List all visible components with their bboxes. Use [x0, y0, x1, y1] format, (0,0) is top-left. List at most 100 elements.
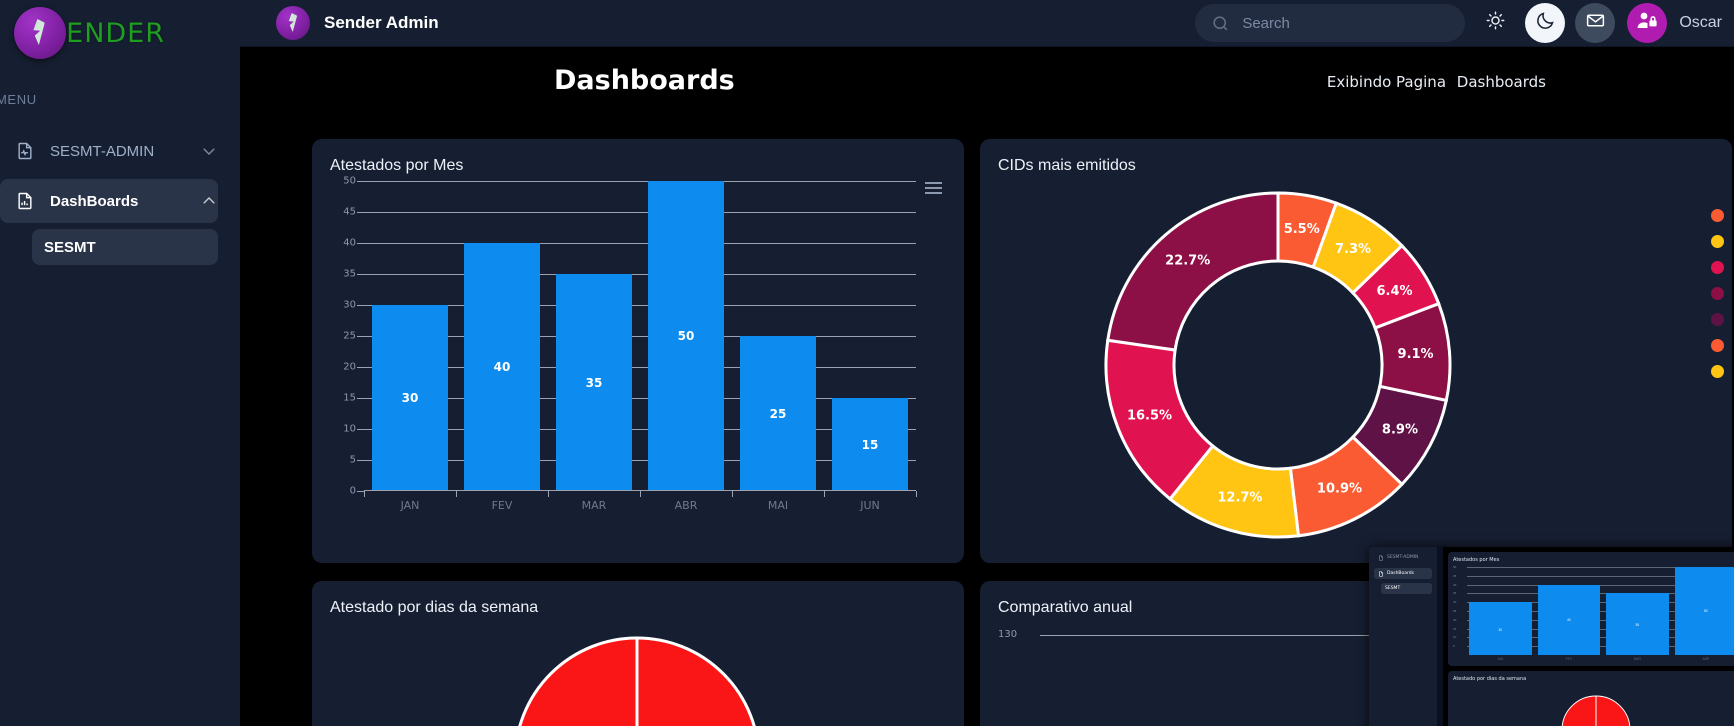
donut-chart: 5.5% 7.3% 6.4% 9.1% 8.9% 10.9% 12.7% 16.5% 22.7%: [998, 181, 1724, 551]
mini-bar[interactable]: 35: [1606, 593, 1669, 655]
mini-bar[interactable]: 50: [1674, 567, 1734, 655]
y-tick-label: 45: [343, 206, 356, 218]
mini-sidebar-item-active[interactable]: DashBoards: [1374, 568, 1432, 579]
y-tick-label: 20: [343, 361, 356, 373]
bar[interactable]: 30: [372, 305, 448, 491]
mini-pie-svg: 25% 25%: [1561, 695, 1631, 726]
app-root: SENDER MENU SESMT-ADMIN DashBoards SESMT…: [0, 0, 1734, 726]
y-tick: [357, 398, 364, 399]
mini-x-label: JAN: [1497, 657, 1504, 661]
card-title: Atestados por Mes: [330, 157, 464, 174]
dashboard-row-1: Atestados por Mes 0 5 10 15 20 25 30 35 40 45 50 3…: [312, 139, 1732, 563]
card-atestado-por-dias-da-semana: Atestado por dias da semana: [312, 581, 964, 726]
x-tick-label: MAR: [581, 499, 607, 512]
bar[interactable]: 35: [556, 274, 632, 491]
document-pulse-icon: [14, 140, 36, 162]
mini-sidebar-subitem[interactable]: SESMT: [1381, 583, 1432, 594]
page-title: Dashboards: [554, 65, 735, 96]
line-chart-y-tick: 130: [998, 629, 1018, 640]
legend-dot[interactable]: [1711, 209, 1724, 222]
legend-dot[interactable]: [1711, 235, 1724, 248]
mini-y-label: 20: [1453, 617, 1457, 622]
chevron-down-icon[interactable]: [200, 142, 218, 160]
mini-dashboard-preview[interactable]: SESMT-ADMIN DashBoards SESMT Atestados p…: [1369, 547, 1734, 726]
sun-icon: [1485, 10, 1506, 36]
topbar-logo-icon: [276, 6, 310, 40]
sidebar-item-sesmt-admin[interactable]: SESMT-ADMIN: [0, 129, 218, 173]
mini-bar-chart: 50 45 40 35 30 25 20 15 10 5 30 40 35 50: [1453, 565, 1734, 655]
legend-dot[interactable]: [1711, 339, 1724, 352]
mini-sidebar-subitem-label: SESMT: [1385, 586, 1401, 591]
donut-slice-label: 5.5%: [1284, 222, 1320, 237]
user-lock-icon: [1635, 9, 1659, 38]
donut-slice-label: 6.4%: [1376, 284, 1412, 299]
sidebar-subitem-sesmt[interactable]: SESMT: [32, 229, 218, 265]
legend-dot[interactable]: [1711, 365, 1724, 378]
mini-y-label: 25: [1453, 609, 1457, 613]
donut-legend[interactable]: [1711, 209, 1724, 378]
donut-slice[interactable]: [1106, 191, 1280, 352]
mini-sidebar-item[interactable]: SESMT-ADMIN: [1374, 552, 1432, 563]
moon-icon: [1535, 10, 1556, 36]
bar-value-label: 35: [585, 375, 603, 390]
legend-dot[interactable]: [1711, 261, 1724, 274]
y-tick: [357, 274, 364, 275]
x-tick-label: FEV: [491, 499, 513, 512]
mini-card-title: Atestado por dias da semana: [1453, 676, 1527, 682]
search-input[interactable]: [1242, 14, 1443, 32]
y-tick: [357, 243, 364, 244]
x-tick: [364, 491, 365, 497]
card-cids-mais-emitidos: CIDs mais emitidos 5.5% 7.3% 6.4% 9.1% 8.9% 1…: [980, 139, 1732, 563]
bar-value-label: 30: [401, 391, 419, 405]
mail-icon: [1585, 10, 1606, 36]
bar[interactable]: 40: [464, 243, 540, 491]
x-tick: [824, 491, 825, 497]
x-tick-label: JAN: [400, 499, 420, 512]
mini-bar[interactable]: 30: [1469, 602, 1532, 655]
bar[interactable]: 50: [648, 181, 724, 491]
theme-light-button[interactable]: [1475, 3, 1515, 43]
mini-card-title: Atestados por Mes: [1453, 557, 1500, 563]
search-box[interactable]: [1195, 4, 1466, 42]
bar[interactable]: 15: [832, 398, 908, 491]
sidebar-nav: SESMT-ADMIN DashBoards SESMT: [0, 129, 240, 265]
mini-y-label: 15: [1453, 626, 1457, 631]
mini-y-label: 50: [1453, 565, 1457, 569]
theme-dark-button[interactable]: [1525, 3, 1566, 43]
y-tick: [357, 305, 364, 306]
legend-dot[interactable]: [1711, 287, 1724, 300]
menu-label: MENU: [0, 92, 37, 107]
donut-slice-label: 10.9%: [1317, 482, 1362, 497]
bar[interactable]: 25: [740, 336, 816, 491]
card-title: CIDs mais emitidos: [998, 157, 1136, 174]
bar-value-label: 40: [493, 360, 511, 374]
mini-bar-x-labels: JAN FEV MAR ABR: [1469, 657, 1734, 661]
mini-sidebar: SESMT-ADMIN DashBoards SESMT: [1369, 547, 1437, 726]
mini-card-pie: Atestado por dias da semana 25% 25%: [1448, 671, 1734, 726]
mini-bar-value: 30: [1498, 627, 1503, 632]
bar-series: 30 40 35 50 25 15: [364, 181, 916, 491]
bar-column: 15: [824, 181, 916, 491]
y-tick-label: 10: [343, 423, 356, 435]
mail-button[interactable]: [1575, 3, 1616, 43]
mini-bar[interactable]: 40: [1537, 584, 1600, 655]
x-tick-label: MAI: [767, 499, 789, 512]
mini-bar-value: 50: [1703, 609, 1708, 614]
mini-y-label: 40: [1453, 582, 1457, 587]
legend-dot[interactable]: [1711, 313, 1724, 326]
sidebar-item-dashboards[interactable]: DashBoards: [0, 179, 218, 223]
bar-chart-y-axis: 0 5 10 15 20 25 30 35 40 45 50: [330, 176, 356, 497]
y-tick: [357, 491, 364, 492]
x-tick: [456, 491, 457, 497]
bar-column: 35: [548, 181, 640, 491]
y-tick-label: 40: [343, 237, 356, 249]
avatar[interactable]: [1627, 3, 1668, 43]
chevron-up-icon[interactable]: [200, 192, 218, 210]
brand[interactable]: SENDER: [0, 0, 240, 66]
search-icon: [1211, 14, 1230, 33]
x-tick: [916, 491, 917, 497]
mini-bar-value: 35: [1635, 622, 1640, 627]
y-tick-label: 0: [349, 485, 356, 497]
card-title: Atestado por dias da semana: [330, 599, 539, 616]
y-tick-label: 30: [343, 299, 356, 311]
